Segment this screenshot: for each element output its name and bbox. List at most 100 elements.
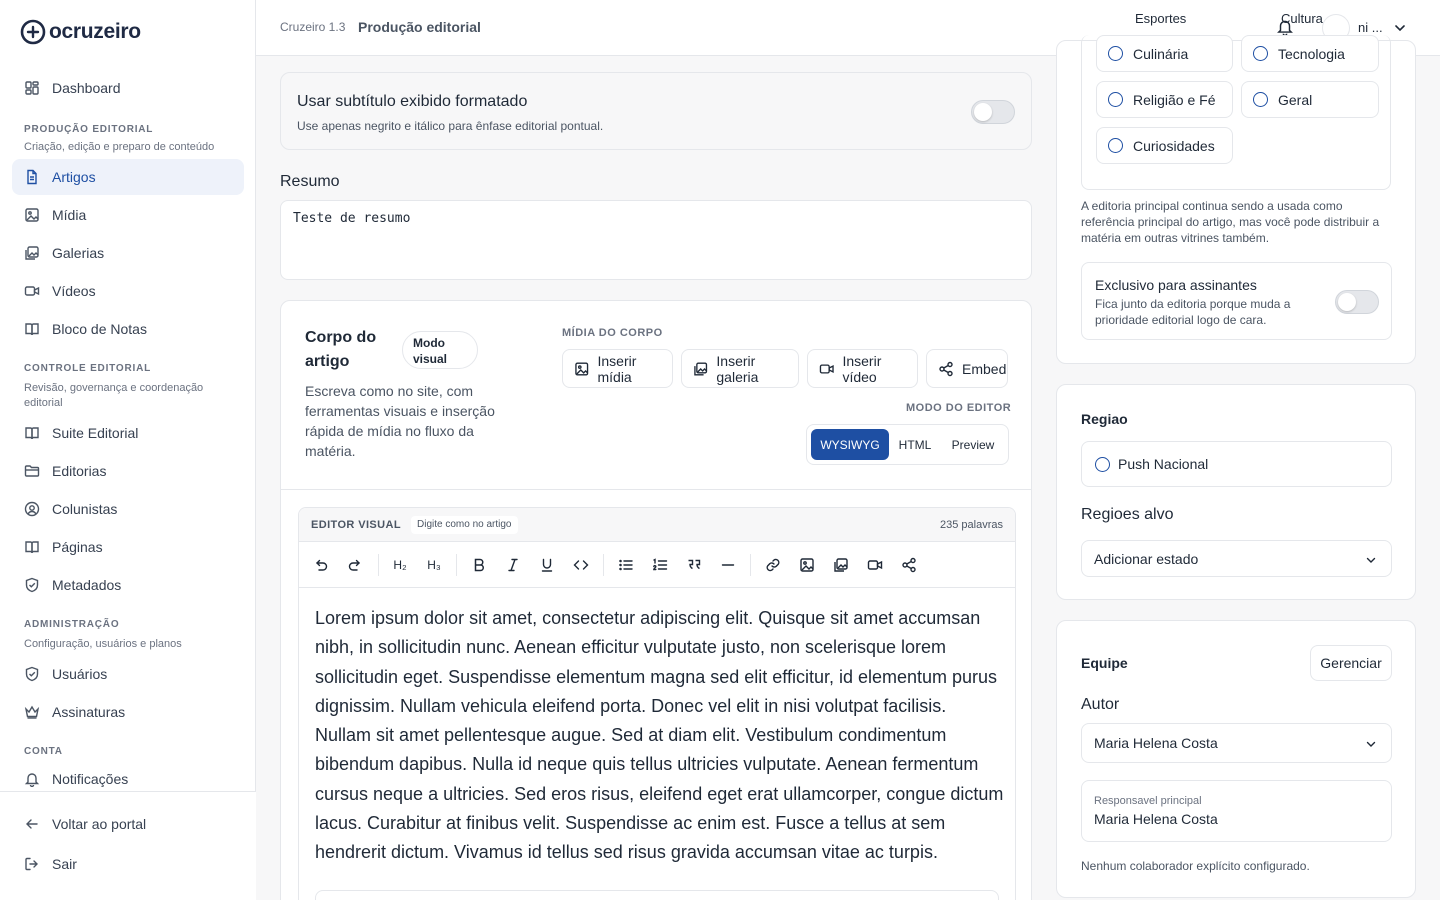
code-button[interactable] bbox=[572, 556, 590, 574]
mode-html-button[interactable]: HTML bbox=[891, 429, 939, 460]
underline-icon bbox=[541, 558, 553, 572]
heading2-button[interactable]: H₂ bbox=[391, 556, 409, 574]
sidebar-item-usuarios[interactable]: Usuários bbox=[12, 656, 244, 692]
back-to-portal-label: Voltar ao portal bbox=[52, 816, 147, 832]
sidebar-item-assinaturas[interactable]: Assinaturas bbox=[12, 694, 244, 730]
editor-content[interactable]: Lorem ipsum dolor sit amet, consectetur … bbox=[315, 604, 1005, 868]
region-title: Regiao bbox=[1081, 411, 1128, 427]
editor-label: EDITOR VISUAL bbox=[311, 519, 401, 531]
sidebar-item-label: Usuários bbox=[52, 666, 108, 682]
insert-media-button[interactable]: Inserir mídia bbox=[562, 349, 673, 388]
categories-card: Culinária Tecnologia Religião e Fé Geral… bbox=[1056, 35, 1416, 364]
link-button[interactable] bbox=[764, 556, 782, 574]
nav-section-title: PRODUÇÃO EDITORIAL bbox=[24, 124, 154, 135]
nav-section-title: CONTROLE EDITORIAL bbox=[24, 363, 151, 374]
article-body-description: Escreva como no site, com ferramentas vi… bbox=[305, 383, 495, 459]
embed-button[interactable]: Embed bbox=[926, 349, 1008, 388]
sidebar: ocruzeiro Dashboard PRODUÇÃO EDITORIAL C… bbox=[0, 0, 256, 900]
insert-gallery-tool[interactable] bbox=[832, 556, 850, 574]
document-icon bbox=[27, 169, 37, 185]
dashboard-icon bbox=[25, 81, 39, 95]
bold-button[interactable] bbox=[470, 556, 488, 574]
video-icon bbox=[819, 363, 834, 374]
sidebar-nav: Dashboard PRODUÇÃO EDITORIAL Criação, ed… bbox=[12, 70, 244, 790]
push-nacional-option[interactable]: Push Nacional bbox=[1081, 441, 1392, 487]
sidebar-item-label: Notificações bbox=[52, 771, 129, 787]
category-option-tecnologia[interactable]: Tecnologia bbox=[1241, 35, 1379, 72]
nav-section-subtitle: Revisão, governança e coordenação editor… bbox=[24, 382, 204, 409]
sidebar-item-label: Editorias bbox=[52, 463, 107, 479]
insert-video-tool[interactable] bbox=[866, 556, 884, 574]
author-label: Autor bbox=[1081, 696, 1120, 713]
category-option-curiosidades[interactable]: Curiosidades bbox=[1096, 127, 1233, 164]
image-icon bbox=[25, 208, 39, 222]
arrow-left-icon bbox=[26, 819, 38, 829]
exclusive-description: Fica junto da editoria porque muda a pri… bbox=[1095, 297, 1291, 327]
nav-section-subtitle: Configuração, usuários e planos bbox=[24, 638, 182, 650]
category-option-culinaria[interactable]: Culinária bbox=[1096, 35, 1233, 72]
logo[interactable]: ocruzeiro bbox=[20, 18, 141, 46]
sidebar-item-paginas[interactable]: Páginas bbox=[12, 529, 244, 565]
summary-textarea[interactable]: Teste de resumo bbox=[280, 200, 1032, 280]
insert-gallery-button[interactable]: Inserir galeria bbox=[681, 349, 799, 388]
shield-icon bbox=[25, 577, 39, 593]
summary-label: Resumo bbox=[280, 173, 340, 190]
undo-button[interactable] bbox=[312, 556, 330, 574]
insert-media-label: Inserir mídia bbox=[597, 352, 637, 385]
radio-icon bbox=[1253, 46, 1268, 61]
subtitle-format-toggle[interactable] bbox=[971, 100, 1015, 124]
image-icon bbox=[800, 558, 814, 572]
sidebar-item-dashboard[interactable]: Dashboard bbox=[12, 70, 244, 106]
team-card: Equipe Gerenciar Autor Maria Helena Cost… bbox=[1056, 620, 1416, 898]
user-menu-chevron[interactable] bbox=[1393, 21, 1407, 35]
push-nacional-label: Push Nacional bbox=[1118, 456, 1209, 472]
toolbar-separator bbox=[750, 554, 751, 576]
category-option-religiao[interactable]: Religião e Fé bbox=[1096, 81, 1233, 118]
sidebar-item-label: Colunistas bbox=[52, 501, 118, 517]
exclusive-toggle[interactable] bbox=[1335, 290, 1379, 314]
mode-preview-button[interactable]: Preview bbox=[943, 429, 1003, 460]
chevron-down-icon bbox=[1395, 25, 1405, 32]
book-icon bbox=[25, 427, 39, 440]
sidebar-item-bloco-de-notas[interactable]: Bloco de Notas bbox=[12, 311, 244, 347]
insert-image-button[interactable] bbox=[798, 556, 816, 574]
sidebar-item-label: Artigos bbox=[52, 169, 96, 185]
numbered-list-button[interactable] bbox=[651, 556, 669, 574]
sidebar-item-colunistas[interactable]: Colunistas bbox=[12, 491, 244, 527]
back-to-portal-link[interactable]: Voltar ao portal bbox=[12, 806, 244, 842]
sidebar-item-metadados[interactable]: Metadados bbox=[12, 567, 244, 603]
horizontal-rule-button[interactable] bbox=[719, 556, 737, 574]
category-option-geral[interactable]: Geral bbox=[1241, 81, 1379, 118]
user-name[interactable]: ni ... bbox=[1358, 20, 1384, 35]
author-select[interactable]: Maria Helena Costa bbox=[1081, 723, 1392, 763]
manage-team-button[interactable]: Gerenciar bbox=[1310, 645, 1392, 681]
sidebar-item-editorias[interactable]: Editorias bbox=[12, 453, 244, 489]
underline-button[interactable] bbox=[538, 556, 556, 574]
sidebar-item-suite-editorial[interactable]: Suite Editorial bbox=[12, 415, 244, 451]
embed-tool[interactable] bbox=[900, 556, 918, 574]
sidebar-item-artigos[interactable]: Artigos bbox=[12, 159, 244, 195]
sidebar-item-midia[interactable]: Mídia bbox=[12, 197, 244, 233]
toolbar-separator bbox=[378, 554, 379, 576]
sidebar-item-label: Mídia bbox=[52, 207, 87, 223]
responsible-field[interactable]: Responsavel principal Maria Helena Costa bbox=[1081, 780, 1392, 842]
logout-label: Sair bbox=[52, 856, 77, 872]
redo-button[interactable] bbox=[346, 556, 364, 574]
insert-video-button[interactable]: Inserir vídeo bbox=[807, 349, 918, 388]
heading3-button[interactable]: H₃ bbox=[425, 556, 443, 574]
sidebar-item-notificacoes[interactable]: Notificações bbox=[12, 761, 244, 790]
category-label-esportes: Esportes bbox=[1135, 11, 1187, 26]
logout-button[interactable]: Sair bbox=[12, 846, 244, 882]
book-icon bbox=[25, 541, 39, 554]
quote-button[interactable] bbox=[685, 556, 703, 574]
target-regions-select[interactable]: Adicionar estado bbox=[1081, 540, 1392, 577]
notifications-button[interactable] bbox=[1276, 18, 1294, 36]
bullet-list-button[interactable] bbox=[617, 556, 635, 574]
target-regions-placeholder: Adicionar estado bbox=[1094, 550, 1199, 567]
mode-wysiwyg-button[interactable]: WYSIWYG bbox=[811, 429, 889, 460]
sidebar-item-videos[interactable]: Vídeos bbox=[12, 273, 244, 309]
sidebar-item-galerias[interactable]: Galerias bbox=[12, 235, 244, 271]
italic-button[interactable] bbox=[504, 556, 522, 574]
bell-icon bbox=[24, 773, 40, 787]
editor-mode-toggle: WYSIWYG HTML Preview bbox=[806, 424, 1009, 465]
